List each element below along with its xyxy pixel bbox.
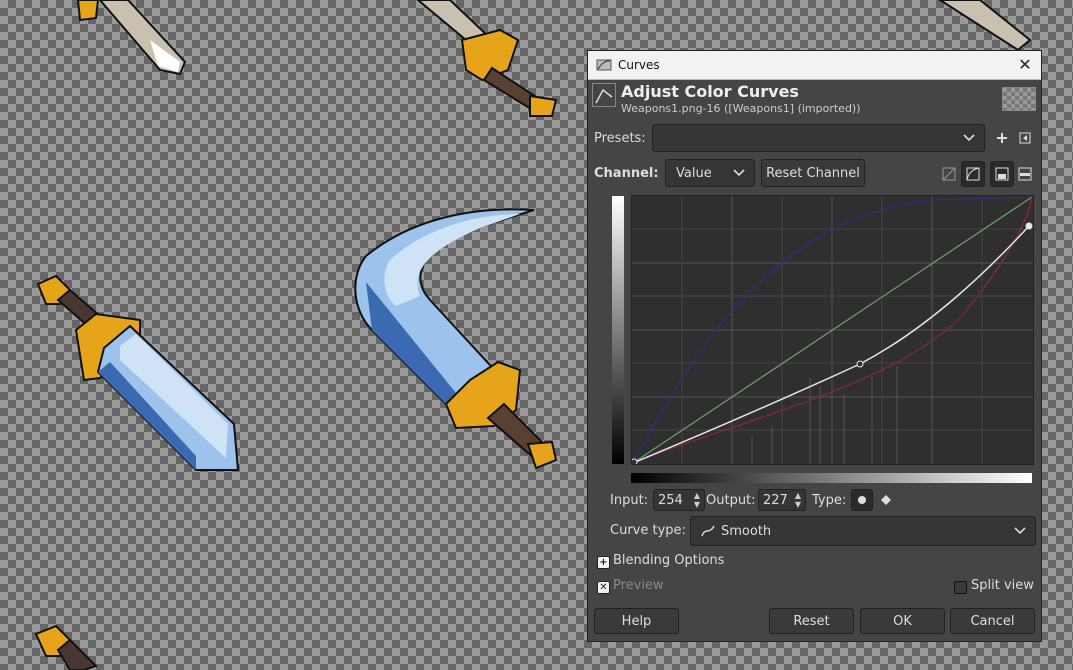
curves-app-icon bbox=[596, 59, 612, 71]
split-view-checkbox[interactable] bbox=[954, 581, 967, 594]
preset-menu-icon[interactable] bbox=[1014, 127, 1036, 149]
title-bar[interactable]: Curves ✕ bbox=[588, 51, 1041, 80]
smooth-point-icon[interactable] bbox=[851, 489, 873, 511]
type-label: Type: bbox=[812, 493, 847, 508]
window-title: Curves bbox=[618, 58, 660, 72]
value-curve[interactable] bbox=[632, 225, 1030, 464]
curves-dialog: Curves ✕ Adjust Color Curves Weapons1.pn… bbox=[587, 50, 1042, 642]
dagger-sprite-top-left bbox=[76, 0, 187, 76]
curve-type-combo[interactable]: Smooth bbox=[690, 516, 1036, 546]
log-histogram-icon[interactable] bbox=[961, 161, 985, 187]
curve-type-value: Smooth bbox=[721, 523, 772, 539]
plus-icon[interactable] bbox=[991, 127, 1013, 149]
preview-label[interactable]: Preview bbox=[613, 578, 664, 593]
curve-point-end[interactable] bbox=[1025, 222, 1033, 230]
layer-thumbnail bbox=[1002, 87, 1036, 111]
curve-type-label: Curve type: bbox=[610, 523, 686, 538]
dagger-sprite-top-right bbox=[938, 0, 1032, 52]
presets-label: Presets: bbox=[594, 131, 646, 146]
chevron-down-icon bbox=[733, 169, 745, 177]
split-view-label[interactable]: Split view bbox=[971, 578, 1034, 593]
help-button[interactable]: Help bbox=[594, 608, 679, 634]
dialog-subtitle: Weapons1.png-16 ([Weapons1] (imported)) bbox=[621, 102, 861, 115]
dialog-header: Adjust Color Curves Weapons1.png-16 ([We… bbox=[588, 81, 1041, 119]
sword-sprite-left bbox=[36, 274, 240, 471]
reset-channel-button[interactable]: Reset Channel bbox=[761, 159, 865, 187]
input-label: Input: bbox=[610, 493, 649, 508]
histogram-view-icon[interactable] bbox=[990, 161, 1014, 187]
corner-point-icon[interactable] bbox=[875, 489, 897, 511]
close-icon[interactable]: ✕ bbox=[1015, 55, 1035, 75]
curve-graph[interactable] bbox=[630, 196, 1033, 466]
curve-point-mid[interactable] bbox=[856, 360, 864, 368]
output-label: Output: bbox=[706, 493, 756, 508]
reset-button[interactable]: Reset bbox=[769, 608, 854, 634]
curve-editor[interactable] bbox=[630, 195, 1034, 466]
dagger-sprite-top-center bbox=[416, 0, 558, 117]
output-gradient-bar bbox=[612, 196, 624, 464]
ok-button[interactable]: OK bbox=[860, 608, 945, 634]
channel-value: Value bbox=[676, 165, 712, 181]
histogram-bar-icon[interactable] bbox=[1014, 163, 1036, 185]
blending-expander-icon[interactable]: + bbox=[597, 556, 610, 569]
dagger-sprite-bottom-left bbox=[34, 624, 98, 670]
cancel-button[interactable]: Cancel bbox=[950, 608, 1035, 634]
curve-point-start[interactable] bbox=[630, 458, 638, 466]
output-spinbutton[interactable]: 227 ▲ ▼ bbox=[758, 489, 806, 511]
channel-combo[interactable]: Value bbox=[665, 159, 755, 187]
output-value: 227 bbox=[763, 492, 788, 508]
preview-checkbox[interactable]: ✕ bbox=[597, 581, 610, 594]
input-value: 254 bbox=[658, 492, 683, 508]
chevron-down-icon bbox=[1014, 527, 1026, 535]
spin-arrows-icon[interactable]: ▲ ▼ bbox=[793, 491, 803, 509]
curve-icon bbox=[592, 83, 616, 107]
spin-arrows-icon[interactable]: ▲ ▼ bbox=[692, 491, 702, 509]
input-gradient-bar bbox=[631, 473, 1032, 483]
channel-label: Channel: bbox=[594, 166, 659, 181]
linear-histogram-icon[interactable] bbox=[938, 163, 960, 185]
scythe-sprite-center bbox=[354, 208, 558, 470]
chevron-down-icon bbox=[963, 134, 975, 142]
smooth-curve-icon bbox=[701, 525, 715, 537]
dialog-title: Adjust Color Curves bbox=[621, 82, 799, 101]
blending-options-label[interactable]: Blending Options bbox=[613, 553, 724, 568]
input-spinbutton[interactable]: 254 ▲ ▼ bbox=[653, 489, 705, 511]
presets-combo[interactable] bbox=[652, 124, 985, 152]
